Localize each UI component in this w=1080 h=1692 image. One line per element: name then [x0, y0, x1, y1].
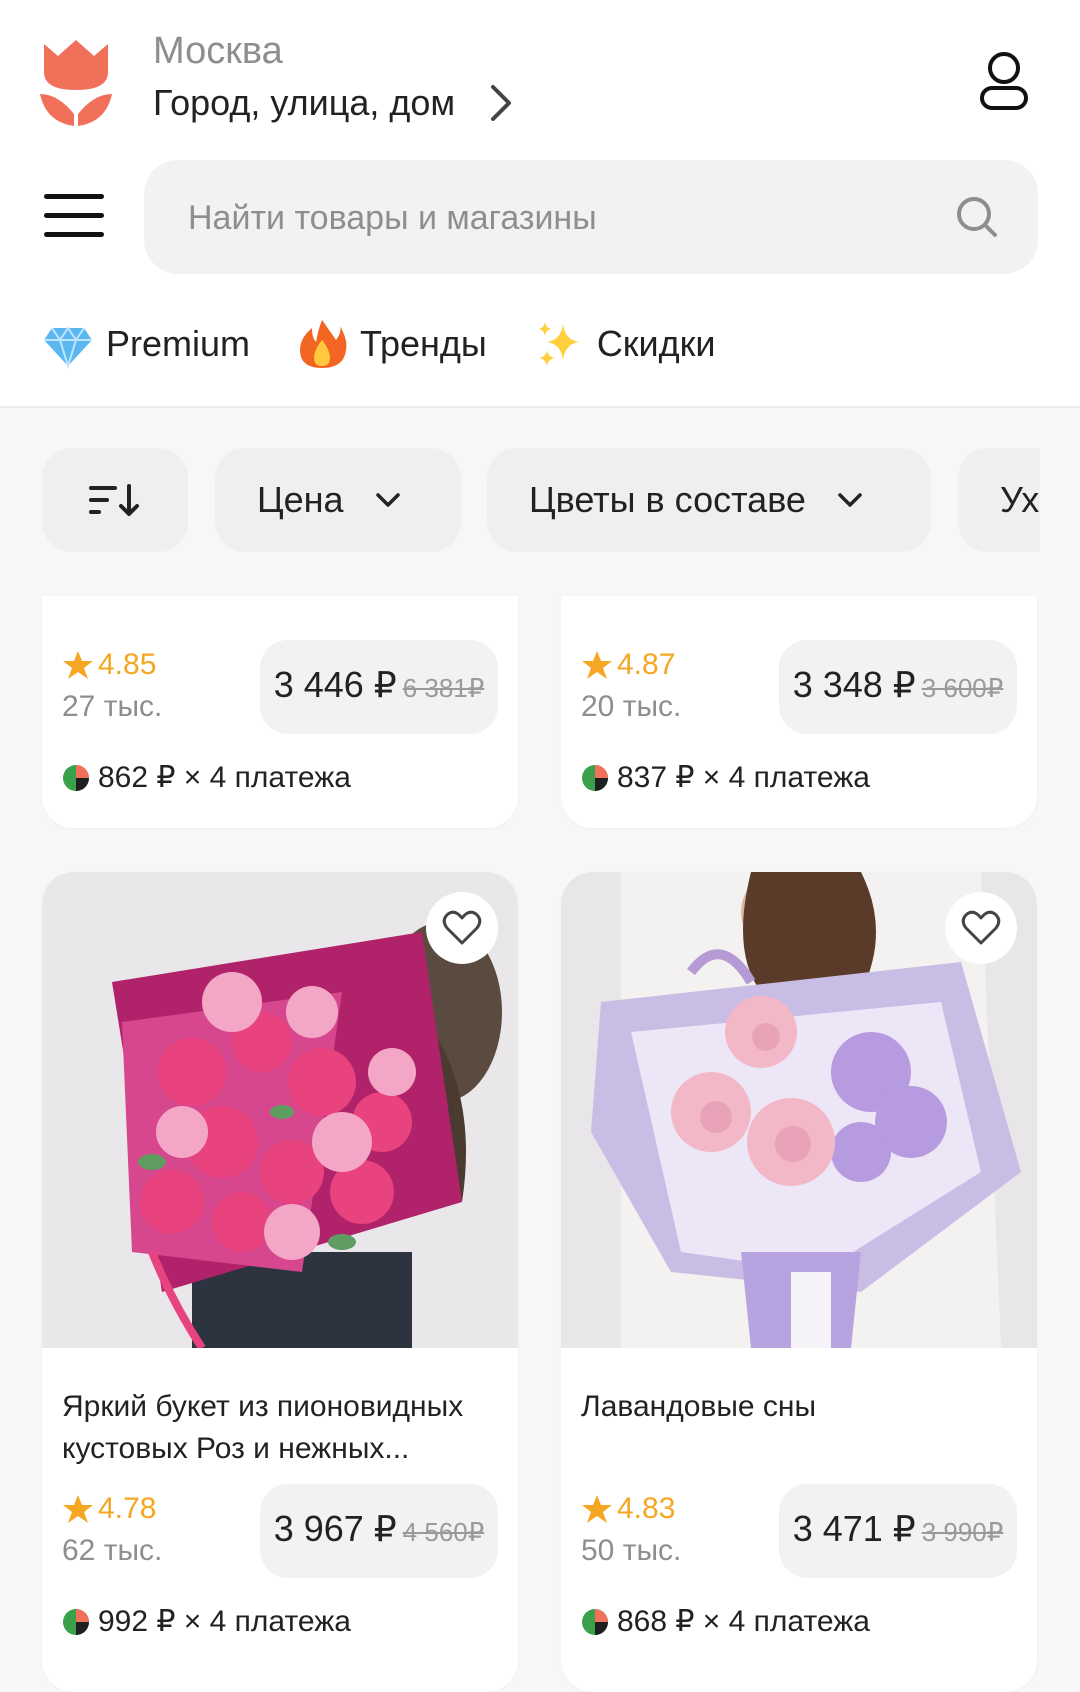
price: 3 446 ₽ — [273, 664, 397, 705]
star-icon — [582, 651, 612, 679]
rating: 4.87 — [581, 648, 675, 682]
product-photo[interactable] — [42, 872, 518, 1348]
installment-text: 868 ₽ × 4 платежа — [617, 1605, 870, 1638]
top-bar: Москва Город, улица, дом Premium — [0, 0, 1080, 408]
reviews-count: 62 тыс. — [62, 1534, 163, 1567]
filter-flowers[interactable]: Цветы в составе — [487, 448, 931, 552]
installment-text: 992 ₽ × 4 платежа — [98, 1605, 351, 1638]
product-card[interactable]: 4.85 27 тыс. 3 446 ₽ 6 381₽ 862 ₽ × 4 пл… — [42, 596, 518, 828]
quick-link-label: Скидки — [596, 323, 716, 364]
installment: 868 ₽ × 4 платежа — [581, 1604, 870, 1639]
heart-icon — [442, 910, 482, 945]
product-title[interactable]: Яркий букет из пионовидных кустовых Роз … — [62, 1386, 502, 1470]
quick-link-discounts[interactable]: Скидки — [533, 318, 716, 370]
reviews-count: 20 тыс. — [581, 690, 682, 723]
reviews-count: 50 тыс. — [581, 1534, 682, 1567]
chevron-down-icon — [375, 493, 400, 507]
installment-text: 862 ₽ × 4 платежа — [98, 761, 351, 794]
price-pill: 3 967 ₽ 4 560₽ — [260, 1484, 498, 1578]
sparkles-icon — [538, 322, 579, 366]
old-price: 3 990₽ — [921, 1517, 1004, 1547]
old-price: 4 560₽ — [402, 1517, 485, 1547]
star-icon — [63, 1495, 93, 1523]
product-card[interactable]: 4.87 20 тыс. 3 348 ₽ 3 600₽ 837 ₽ × 4 пл… — [561, 596, 1037, 828]
rating-value: 4.85 — [98, 648, 157, 681]
favorite-button[interactable] — [426, 892, 498, 964]
quick-link-label: Тренды — [360, 323, 487, 364]
filter-label: Цветы в составе — [529, 479, 806, 520]
filter-label: Ух — [1000, 479, 1040, 520]
search-input[interactable] — [186, 160, 930, 276]
favorite-button[interactable] — [945, 892, 1017, 964]
price-pill: 3 446 ₽ 6 381₽ — [260, 640, 498, 734]
product-title[interactable]: Лавандовые сны — [581, 1386, 1021, 1428]
quick-link-premium[interactable]: Premium — [42, 318, 250, 370]
price: 3 967 ₽ — [273, 1508, 397, 1549]
profile-icon[interactable] — [978, 50, 1030, 112]
fire-icon — [300, 320, 347, 368]
rating-value: 4.83 — [617, 1492, 676, 1525]
menu-icon[interactable] — [44, 192, 104, 240]
heart-icon — [961, 910, 1001, 945]
rating-value: 4.78 — [98, 1492, 157, 1525]
split-pay-icon — [582, 764, 608, 791]
rating: 4.83 — [581, 1492, 675, 1526]
address-label: Город, улица, дом — [153, 82, 456, 123]
old-price: 6 381₽ — [402, 673, 485, 703]
installment-text: 837 ₽ × 4 платежа — [617, 761, 870, 794]
sort-button[interactable] — [42, 448, 188, 552]
filter-price[interactable]: Цена — [215, 448, 461, 552]
installment: 862 ₽ × 4 платежа — [62, 760, 351, 795]
address-selector[interactable]: Город, улица, дом — [153, 82, 515, 124]
star-icon — [63, 651, 93, 679]
filter-bar: Цена Цветы в составе Ух — [0, 448, 1040, 554]
filter-care[interactable]: Ух — [958, 448, 1040, 552]
sort-icon — [89, 484, 139, 516]
price-pill: 3 348 ₽ 3 600₽ — [779, 640, 1017, 734]
chevron-down-icon — [838, 493, 862, 507]
installment: 837 ₽ × 4 платежа — [581, 760, 870, 795]
filter-label: Цена — [257, 479, 344, 520]
product-card[interactable]: Яркий букет из пионовидных кустовых Роз … — [42, 872, 518, 1692]
city-label: Москва — [153, 30, 283, 72]
product-card[interactable]: Лавандовые сны 4.83 50 тыс. 3 471 ₽ 3 99… — [561, 872, 1037, 1692]
rating: 4.78 — [62, 1492, 156, 1526]
rating: 4.85 — [62, 648, 156, 682]
price: 3 471 ₽ — [792, 1508, 916, 1549]
price: 3 348 ₽ — [792, 664, 916, 705]
chevron-right-icon — [491, 85, 512, 121]
diamond-icon — [44, 326, 92, 370]
split-pay-icon — [63, 764, 89, 791]
rating-value: 4.87 — [617, 648, 676, 681]
split-pay-icon — [582, 1608, 608, 1635]
tulip-logo-icon[interactable] — [40, 38, 112, 126]
product-photo[interactable] — [561, 872, 1037, 1348]
search-bar — [144, 160, 1038, 276]
search-icon[interactable] — [956, 196, 998, 238]
star-icon — [582, 1495, 612, 1523]
quick-link-label: Premium — [106, 323, 251, 364]
installment: 992 ₽ × 4 платежа — [62, 1604, 351, 1639]
quick-links: Premium Тренды Скидки — [42, 318, 762, 370]
quick-link-trends[interactable]: Тренды — [296, 318, 487, 370]
old-price: 3 600₽ — [921, 673, 1004, 703]
split-pay-icon — [63, 1608, 89, 1635]
price-pill: 3 471 ₽ 3 990₽ — [779, 1484, 1017, 1578]
reviews-count: 27 тыс. — [62, 690, 163, 723]
